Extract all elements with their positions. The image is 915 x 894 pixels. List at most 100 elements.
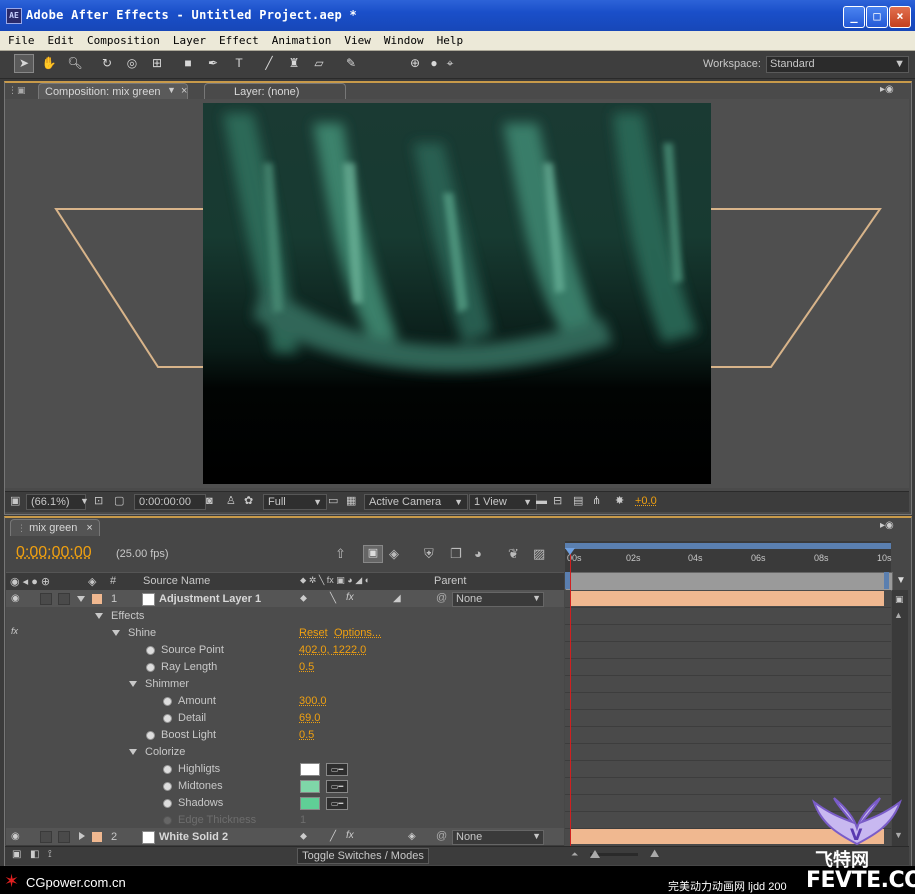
stopwatch-icon[interactable]: [146, 646, 155, 655]
layer-name[interactable]: White Solid 2: [159, 831, 228, 843]
eyedropper-icon[interactable]: ▭━: [326, 763, 348, 776]
menu-layer[interactable]: Layer: [165, 31, 211, 47]
zoom-out-icon[interactable]: ⏶: [571, 849, 578, 860]
eye-icon[interactable]: ◉: [11, 593, 20, 604]
effect-enable-icon[interactable]: fx: [11, 626, 18, 636]
menu-effect[interactable]: Effect: [211, 31, 264, 47]
tab-layer[interactable]: Layer: (none): [204, 83, 346, 100]
ray-length-value[interactable]: 0.5: [299, 661, 314, 673]
shine-effect-label[interactable]: Shine: [128, 627, 156, 639]
twirl-down-icon[interactable]: [112, 630, 120, 636]
show-channel-icon[interactable]: ✿: [244, 494, 253, 508]
in-out-icon[interactable]: ⟟: [48, 849, 52, 860]
twirl-down-icon[interactable]: [129, 749, 137, 755]
brainstorm-icon[interactable]: ❦: [508, 546, 519, 562]
timeline-icon[interactable]: ▤: [573, 494, 583, 508]
tab-dropdown-icon[interactable]: ▼: [167, 85, 176, 95]
exposure-icon[interactable]: ✸: [615, 494, 624, 508]
stopwatch-icon[interactable]: [163, 765, 172, 774]
resolution-select[interactable]: Full ▼: [263, 494, 327, 510]
magnification-select[interactable]: (66.1%): [26, 494, 86, 510]
menu-edit[interactable]: Edit: [40, 31, 80, 47]
snapshot-icon[interactable]: ◙: [206, 494, 213, 508]
effects-switch-icon[interactable]: fx: [346, 830, 354, 841]
graph-editor-icon[interactable]: ▨: [533, 546, 545, 562]
lock-switch[interactable]: [58, 593, 70, 605]
eraser-tool-icon[interactable]: ▱: [309, 54, 329, 73]
navigator-end-handle[interactable]: [884, 572, 889, 589]
close-button[interactable]: ×: [889, 6, 911, 28]
timeline-timecode[interactable]: 0:00:00:00: [16, 544, 92, 562]
source-point-value[interactable]: 402.0, 1222.0: [299, 644, 366, 656]
label-color-swatch[interactable]: [92, 594, 102, 604]
eyedropper-icon[interactable]: ▭━: [326, 797, 348, 810]
region-of-interest-icon[interactable]: ▭: [328, 494, 338, 508]
flowchart-icon[interactable]: ⋔: [592, 494, 601, 508]
minimize-button[interactable]: _: [843, 6, 865, 28]
axis-mode-icon[interactable]: ⊕: [405, 54, 425, 73]
detail-value[interactable]: 69.0: [299, 712, 320, 724]
frame-blending-icon[interactable]: ❐: [450, 546, 462, 562]
toggle-switches-modes-button[interactable]: Toggle Switches / Modes: [297, 848, 429, 864]
close-tab-icon[interactable]: ×: [181, 85, 187, 97]
view-axis-icon[interactable]: ⌖: [440, 54, 460, 73]
current-time-indicator[interactable]: [570, 548, 571, 846]
effects-switch-icon[interactable]: fx: [346, 592, 354, 603]
live-update-icon[interactable]: ⇧: [335, 546, 346, 562]
draft-3d-icon[interactable]: ▣: [363, 545, 383, 563]
midtones-color-swatch[interactable]: [300, 780, 320, 793]
options-link[interactable]: Options...: [334, 627, 381, 639]
panel-menu-icon[interactable]: ▸◉: [880, 520, 894, 531]
rotation-tool-icon[interactable]: ↻: [97, 54, 117, 73]
hide-shy-icon[interactable]: ⛨: [424, 546, 434, 562]
stopwatch-icon[interactable]: [163, 697, 172, 706]
close-tab-icon[interactable]: ×: [86, 522, 92, 534]
stopwatch-icon[interactable]: [163, 714, 172, 723]
shy-switch-icon[interactable]: ⬥: [300, 831, 307, 842]
layer-switches-icon[interactable]: ▣: [12, 849, 21, 860]
pick-whip-icon[interactable]: @: [436, 830, 447, 842]
view-layout-select[interactable]: 1 View ▼: [469, 494, 537, 510]
toggle-mask-icon[interactable]: ▢: [114, 494, 124, 508]
selection-tool-icon[interactable]: ➤: [14, 54, 34, 73]
time-navigator[interactable]: [565, 572, 893, 591]
lock-switch[interactable]: [58, 831, 70, 843]
show-snapshot-icon[interactable]: ♙: [226, 494, 236, 508]
parent-select[interactable]: None ▼: [452, 830, 544, 845]
menu-view[interactable]: View: [336, 31, 376, 47]
brush-tool-icon[interactable]: ╱: [259, 54, 279, 73]
layer-1-duration-bar[interactable]: [571, 591, 884, 606]
pen-tool-icon[interactable]: ✒: [203, 54, 223, 73]
camera-select[interactable]: Active Camera ▼: [364, 494, 468, 510]
tab-composition[interactable]: Composition: mix green: [38, 83, 188, 100]
transparency-grid-icon[interactable]: ▦: [346, 494, 356, 508]
menu-composition[interactable]: Composition: [79, 31, 165, 47]
always-preview-icon[interactable]: ▣: [10, 494, 20, 508]
quality-switch-icon[interactable]: ╲: [330, 593, 336, 604]
work-area-bar[interactable]: [565, 543, 891, 549]
menu-file[interactable]: File: [0, 31, 40, 47]
boost-light-value[interactable]: 0.5: [299, 729, 314, 741]
puppet-tool-icon[interactable]: ✎: [341, 54, 361, 73]
stopwatch-icon[interactable]: [163, 799, 172, 808]
menu-animation[interactable]: Animation: [264, 31, 337, 47]
quality-switch-icon[interactable]: ╱: [330, 831, 336, 842]
hand-tool-icon[interactable]: ✋: [39, 54, 59, 73]
shadows-color-swatch[interactable]: [300, 797, 320, 810]
rectangle-tool-icon[interactable]: ■: [178, 54, 198, 73]
pan-behind-tool-icon[interactable]: ⊞: [147, 54, 167, 73]
eyedropper-icon[interactable]: ▭━: [326, 780, 348, 793]
label-color-swatch[interactable]: [92, 832, 102, 842]
tab-timeline[interactable]: ⋮ mix green ×: [10, 519, 100, 536]
twirl-down-icon[interactable]: [77, 596, 85, 602]
source-name-header[interactable]: Source Name: [143, 575, 210, 587]
eye-icon[interactable]: ◉: [11, 831, 20, 842]
3d-layer-switch-icon[interactable]: ◈: [408, 831, 416, 842]
motion-blur-icon[interactable]: ◕: [474, 546, 482, 561]
panel-grip-icon[interactable]: ⋮▣: [8, 85, 38, 96]
exposure-value[interactable]: +0.0: [635, 494, 657, 508]
twirl-down-icon[interactable]: [129, 681, 137, 687]
shy-switch-icon[interactable]: ⬥: [300, 593, 307, 604]
zoom-in-icon[interactable]: ⛰: [650, 848, 659, 861]
orbit-camera-tool-icon[interactable]: ◎: [122, 54, 142, 73]
